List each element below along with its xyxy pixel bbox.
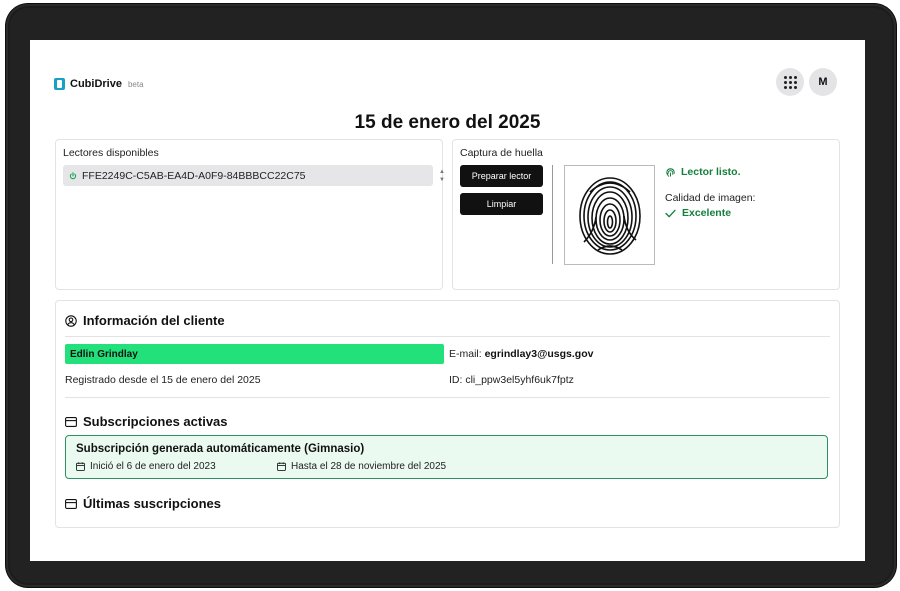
client-name: Edlin Grindlay bbox=[70, 348, 138, 360]
brand[interactable]: CubiDrive beta bbox=[54, 78, 144, 90]
recent-subscriptions-header: Últimas suscripciones bbox=[65, 496, 221, 511]
subscriptions-section-header: Subscripciones activas bbox=[65, 414, 228, 429]
client-email: egrindlay3@usgs.gov bbox=[484, 348, 594, 360]
client-section-header: Información del cliente bbox=[65, 313, 225, 328]
quality-label: Calidad de imagen: bbox=[665, 192, 756, 204]
quality-result: Excelente bbox=[665, 207, 731, 219]
subscription-item[interactable]: Subscripción generada automáticamente (G… bbox=[65, 435, 828, 479]
client-card: Información del cliente Edlin Grindlay E… bbox=[55, 300, 840, 528]
capture-card: Captura de huella Preparar lector Limpia… bbox=[452, 139, 840, 290]
reader-select[interactable]: FFE2249C-C5AB-EA4D-A0F9-84BBBCC22C75 ▲ ▼ bbox=[63, 165, 445, 186]
fingerprint-icon bbox=[666, 167, 675, 177]
user-circle-icon bbox=[65, 314, 77, 327]
client-registered: Registrado desde el 15 de enero del 2025 bbox=[65, 374, 261, 386]
quality-value: Excelente bbox=[682, 207, 732, 219]
check-icon bbox=[665, 209, 676, 217]
brand-logo-icon bbox=[54, 78, 65, 90]
page-title: 15 de enero del 2025 bbox=[354, 112, 541, 133]
status-text: Lector listo. bbox=[681, 166, 741, 178]
client-section-title: Información del cliente bbox=[83, 313, 225, 328]
capture-label: Captura de huella bbox=[460, 147, 543, 159]
subscription-start-text: Inició el 6 de enero del 2023 bbox=[90, 461, 216, 472]
divider bbox=[65, 336, 830, 337]
client-email-row: E-mail: egrindlay3@usgs.gov bbox=[449, 348, 593, 360]
reader-id: FFE2249C-C5AB-EA4D-A0F9-84BBBCC22C75 bbox=[82, 169, 306, 182]
calendar-icon bbox=[76, 462, 85, 471]
calendar-icon bbox=[277, 462, 286, 471]
power-icon bbox=[69, 171, 77, 180]
credit-card-icon bbox=[65, 416, 77, 427]
brand-name: CubiDrive bbox=[70, 78, 122, 90]
select-scroll-arrows[interactable]: ▲ ▼ bbox=[437, 165, 447, 186]
subscription-start: Inició el 6 de enero del 2023 bbox=[76, 461, 216, 472]
app-screen: CubiDrive beta M 15 de enero del 2025 Le… bbox=[30, 40, 865, 561]
subscription-end: Hasta el 28 de noviembre del 2025 bbox=[277, 461, 446, 472]
subscription-title: Subscripción generada automáticamente (G… bbox=[76, 443, 365, 455]
recent-subscriptions-title: Últimas suscripciones bbox=[83, 496, 221, 511]
brand-beta-badge: beta bbox=[127, 79, 144, 89]
top-bar: CubiDrive beta M bbox=[30, 40, 865, 120]
readers-card: Lectores disponibles FFE2249C-C5AB-EA4D-… bbox=[55, 139, 445, 290]
divider bbox=[65, 397, 830, 398]
readers-label: Lectores disponibles bbox=[63, 147, 159, 159]
credit-card-icon bbox=[65, 498, 77, 509]
reader-status: Lector listo. bbox=[665, 166, 741, 178]
clear-button[interactable]: Limpiar bbox=[460, 193, 543, 215]
fingerprint-image bbox=[564, 165, 655, 265]
email-label: E-mail: bbox=[449, 348, 482, 360]
subscriptions-section-title: Subscripciones activas bbox=[83, 414, 228, 429]
reader-option[interactable]: FFE2249C-C5AB-EA4D-A0F9-84BBBCC22C75 bbox=[69, 170, 306, 182]
avatar[interactable]: M bbox=[809, 68, 837, 96]
subscription-end-text: Hasta el 28 de noviembre del 2025 bbox=[291, 461, 447, 472]
prepare-reader-button[interactable]: Preparar lector bbox=[460, 165, 543, 187]
client-name-bar: Edlin Grindlay bbox=[65, 344, 444, 364]
fingerprint-scan-icon bbox=[578, 177, 641, 255]
grid-icon bbox=[783, 75, 797, 89]
apps-button[interactable] bbox=[776, 68, 804, 96]
chevron-up-icon[interactable]: ▲ bbox=[439, 168, 445, 176]
vertical-divider bbox=[552, 165, 553, 264]
chevron-down-icon[interactable]: ▼ bbox=[439, 176, 445, 184]
client-id: ID: cli_ppw3el5yhf6uk7fptz bbox=[449, 374, 574, 386]
